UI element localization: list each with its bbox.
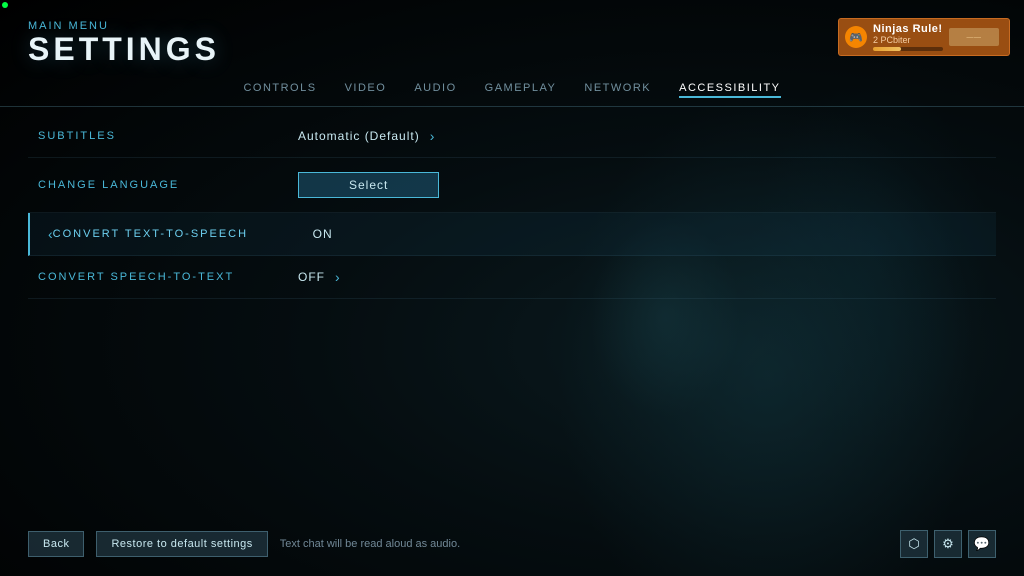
settings-panel: SUBTITLES Automatic (Default) › CHANGE L… [28, 115, 996, 299]
setting-tts-label: CONVERT TEXT-TO-SPEECH [53, 228, 313, 240]
tab-accessibility[interactable]: ACCESSIBILITY [679, 82, 780, 98]
settings-icon-button[interactable]: ⚙ [934, 530, 962, 558]
footer-hint: Text chat will be read aloud as audio. [280, 538, 888, 550]
setting-subtitles: SUBTITLES Automatic (Default) › [28, 115, 996, 158]
user-progress-bar [873, 47, 943, 51]
user-weapon-icon: —— [949, 28, 999, 46]
page-title: SETTINGS [28, 32, 220, 67]
restore-defaults-button[interactable]: Restore to default settings [96, 531, 267, 557]
user-info: Ninjas Rule! 2 PCbiter [873, 23, 943, 51]
steam-icon-button[interactable]: ⬡ [900, 530, 928, 558]
setting-subtitles-value-container: Automatic (Default) › [298, 129, 434, 143]
chevron-right-icon-2[interactable]: › [335, 270, 340, 284]
user-subtitle: 2 PCbiter [873, 35, 943, 45]
setting-text-to-speech: ‹ CONVERT TEXT-TO-SPEECH ON [28, 213, 996, 256]
user-badge: 🎮 Ninjas Rule! 2 PCbiter —— [838, 18, 1010, 56]
steam-icon: ⬡ [908, 536, 919, 552]
setting-tts-value: ON [313, 227, 333, 241]
gear-icon: ⚙ [942, 536, 954, 552]
tab-controls[interactable]: CONTROLS [243, 82, 316, 98]
setting-language-label: CHANGE LANGUAGE [38, 179, 298, 191]
online-indicator [2, 2, 8, 8]
setting-change-language: CHANGE LANGUAGE Select [28, 158, 996, 213]
user-avatar: 🎮 [845, 26, 867, 48]
tab-audio[interactable]: AUDIO [414, 82, 456, 98]
setting-subtitles-label: SUBTITLES [38, 130, 298, 142]
chat-icon-button[interactable]: 💬 [968, 530, 996, 558]
setting-stt-value-container: OFF › [298, 270, 340, 284]
back-button[interactable]: Back [28, 531, 84, 557]
setting-tts-value-container: ON [313, 227, 333, 241]
setting-speech-to-text: CONVERT SPEECH-TO-TEXT OFF › [28, 256, 996, 299]
select-language-button[interactable]: Select [298, 172, 439, 198]
setting-language-value-container: Select [298, 172, 439, 198]
tab-video[interactable]: VIDEO [345, 82, 387, 98]
footer-icons: ⬡ ⚙ 💬 [900, 530, 996, 558]
username: Ninjas Rule! [873, 23, 943, 35]
page-header: MAIN MENU SETTINGS [28, 20, 220, 67]
footer: Back Restore to default settings Text ch… [28, 530, 996, 558]
chevron-right-icon[interactable]: › [430, 129, 435, 143]
tab-network[interactable]: NETWORK [584, 82, 651, 98]
chat-icon: 💬 [974, 536, 990, 552]
tab-navigation: CONTROLS VIDEO AUDIO GAMEPLAY NETWORK AC… [0, 82, 1024, 107]
setting-subtitles-value: Automatic (Default) [298, 129, 420, 143]
setting-stt-value: OFF [298, 270, 325, 284]
tab-gameplay[interactable]: GAMEPLAY [485, 82, 557, 98]
setting-stt-label: CONVERT SPEECH-TO-TEXT [38, 271, 298, 283]
user-progress-fill [873, 47, 901, 51]
